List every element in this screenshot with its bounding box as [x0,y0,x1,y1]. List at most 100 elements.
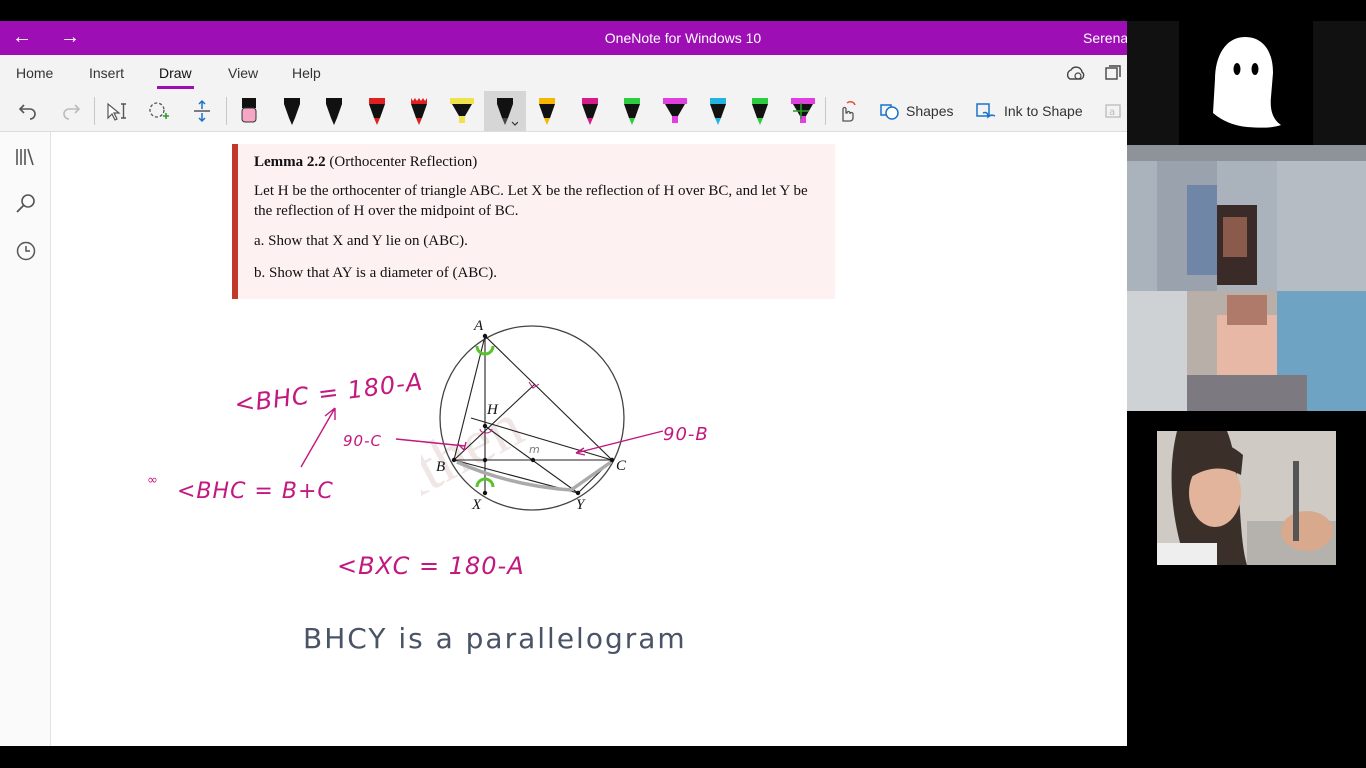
note-parallelogram: BHCY is a parallelogram [303,622,687,655]
type-select-icon[interactable] [101,91,131,131]
camera-video [1157,431,1336,565]
pen-icon [411,98,428,125]
pen-11-highlighter[interactable] [659,91,691,131]
pen-icon [539,98,556,125]
video-tile-camera[interactable] [1127,431,1366,565]
user-name[interactable]: Serena [1083,30,1127,46]
video-tile-pixelated[interactable] [1127,145,1366,411]
note-bxc-180-a: <BXC = 180-A [337,552,525,580]
shapes-icon [880,104,899,120]
pen-icon [326,98,343,125]
note-page[interactable]: Lemma 2.2 (Orthocenter Reflection) Let H… [51,132,1127,746]
ribbon-tabs: Home Insert Draw View Help [0,55,1127,91]
label-h: H [486,402,499,418]
pen-8-pen[interactable] [531,91,563,131]
pen-icon [581,98,598,125]
draw-toolbar: Shapes Ink to Shape a [0,91,1127,132]
label-a: A [473,318,484,334]
pixelated-video [1127,145,1366,411]
pen-icon [241,98,257,123]
point-y [575,490,581,496]
pen-icon [368,98,385,125]
pen-icon [624,98,641,125]
video-call-panel [1127,21,1366,746]
add-pen-icon[interactable] [786,91,816,131]
pen-6-highlighter[interactable] [446,91,478,131]
foot-point [482,457,488,463]
note-so-symbol: ∞ [147,473,159,488]
point-b [451,457,457,463]
pen-3-pen[interactable] [318,91,350,131]
navigation-sidebar [0,132,51,746]
tab-draw[interactable]: Draw [157,65,194,89]
note-90-c: 90-C [343,432,382,450]
toolbar-separator [226,97,227,125]
pen-icon [496,98,518,126]
lemma-box: Lemma 2.2 (Orthocenter Reflection) Let H… [232,144,835,299]
note-90-b: 90-B [663,424,709,445]
pen-7-pencil-selected[interactable] [483,91,526,131]
toolbar-separator [94,97,95,125]
video-tile-avatar[interactable] [1127,21,1366,145]
touch-draw-icon[interactable] [832,91,860,131]
point-c [609,457,615,463]
pen-9-pen[interactable] [574,91,606,131]
pen-icon [663,98,687,123]
lemma-part-a: a. Show that X and Y lie on (ABC). [254,233,468,249]
pen-10-pen[interactable] [616,91,648,131]
pen-1-eraser[interactable] [233,91,265,131]
recent-notes-icon[interactable] [15,240,37,267]
ink-arrow-up [300,407,336,468]
redo-icon[interactable] [57,91,85,131]
lemma-title: (Orthocenter Reflection) [329,154,478,170]
pen-4-pen[interactable] [361,91,393,131]
avatar-frame [1179,21,1313,145]
undo-icon[interactable] [14,91,42,131]
add-space-icon[interactable] [187,91,217,131]
sync-icon[interactable] [1064,64,1086,87]
lemma-part-b: b. Show that AY is a diameter of (ABC). [254,265,498,281]
tab-view[interactable]: View [228,65,258,81]
pen-icon [752,98,769,125]
pen-icon [283,98,300,125]
toolbar-separator [825,97,826,125]
search-icon[interactable] [15,193,37,220]
pen-12-pen[interactable] [702,91,734,131]
midpoint-bc [530,457,536,463]
title-bar: ← → OneNote for Windows 10 Serena [0,21,1127,55]
label-x: X [471,497,482,513]
ink-to-shape-icon [976,103,996,119]
notebooks-icon[interactable] [14,146,38,173]
pen-5-marker[interactable] [403,91,435,131]
lasso-select-icon[interactable] [144,91,174,131]
tab-insert[interactable]: Insert [89,65,124,81]
note-bhc-b-plus-c: <BHC = B+C [177,479,334,504]
shapes-button[interactable]: Shapes [878,91,958,131]
label-y: Y [576,497,586,513]
shapes-label: Shapes [906,103,954,119]
lemma-body: Let H be the orthocenter of triangle ABC… [254,183,808,219]
pen-13-pen[interactable] [744,91,776,131]
lemma-heading: Lemma 2.2 (Orthocenter Reflection) [254,154,477,171]
lemma-number: Lemma 2.2 [254,154,326,170]
point-a [482,333,488,339]
label-c: C [616,458,627,474]
ghost-avatar-icon [1213,37,1281,128]
point-h [482,423,488,429]
geometry-diagram: Athen A B C H X Y [421,318,627,520]
ink-to-text-icon[interactable]: a [1102,91,1126,131]
fullscreen-icon[interactable] [1104,64,1122,87]
note-m-label: m [529,443,541,456]
label-b: B [436,459,445,475]
ink-to-shape-button[interactable]: Ink to Shape [974,91,1094,131]
pen-2-pen[interactable] [276,91,308,131]
point-x [482,490,488,496]
svg-text:a: a [1109,107,1115,118]
note-bhc-180-a: <BHC = 180-A [233,367,425,419]
bottom-bar [0,746,1366,768]
ink-to-shape-label: Ink to Shape [1004,103,1083,119]
pen-icon [450,98,474,123]
tab-help[interactable]: Help [292,65,321,81]
pen-icon [709,98,726,125]
tab-home[interactable]: Home [16,65,53,81]
